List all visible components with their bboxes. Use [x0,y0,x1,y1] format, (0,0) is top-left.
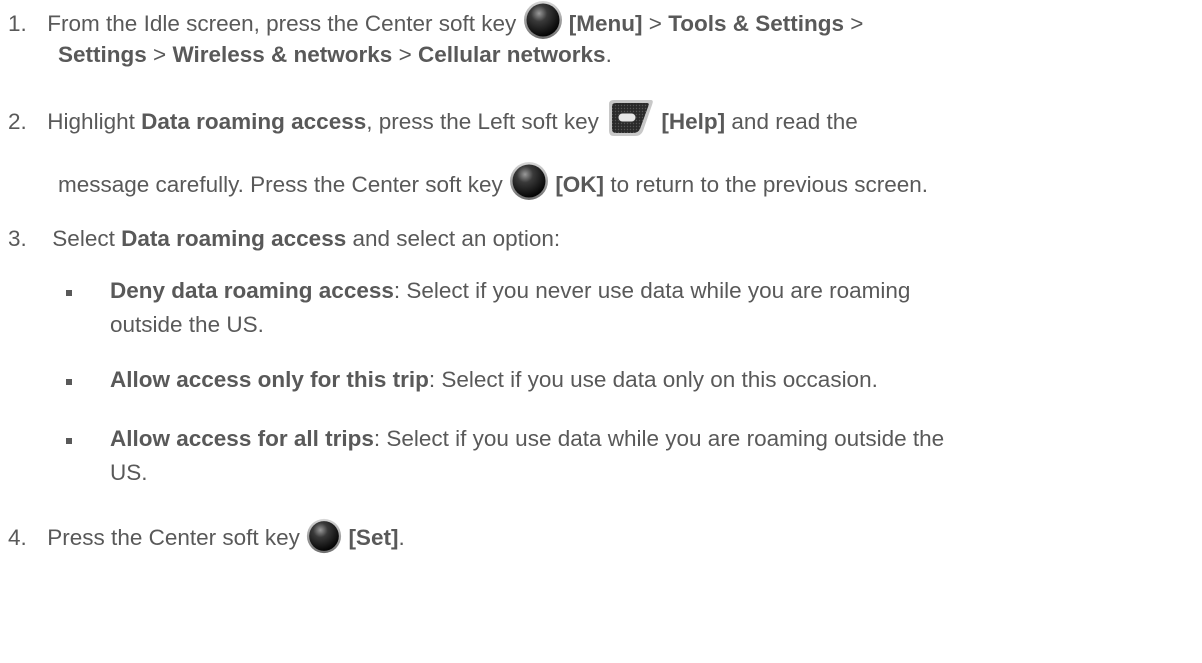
bullet [66,290,72,296]
option-deny-line-2: outside the US. [110,312,264,337]
center-soft-key-icon [523,0,563,40]
center-soft-key-icon [509,161,549,201]
step-number: 2. [8,109,27,134]
step-number: 3. [8,226,27,251]
option-deny-line-1: Deny data roaming access: Select if you … [110,278,911,303]
option-all-trips-line-1: Allow access for all trips: Select if yo… [110,426,945,451]
step-2-line-1: 2. Highlight Data roaming access, press … [8,98,858,138]
center-soft-key-icon [306,518,342,554]
bullet [66,379,72,385]
step-4-line: 4. Press the Center soft key [Set]. [8,518,405,554]
step-3-line: 3. Select Data roaming access and select… [8,226,561,251]
option-this-trip-line: Allow access only for this trip: Select … [110,367,878,392]
bullet [66,438,72,444]
left-soft-key-icon [605,98,655,138]
step-number: 4. [8,525,27,550]
option-all-trips-line-2: US. [110,460,148,485]
step-1-line-1: 1. From the Idle screen, press the Cente… [8,0,863,40]
step-2-line-2: message carefully. Press the Center soft… [58,161,928,201]
step-1-line-2: Settings > Wireless & networks > Cellula… [58,42,612,67]
step-number: 1. [8,11,27,36]
